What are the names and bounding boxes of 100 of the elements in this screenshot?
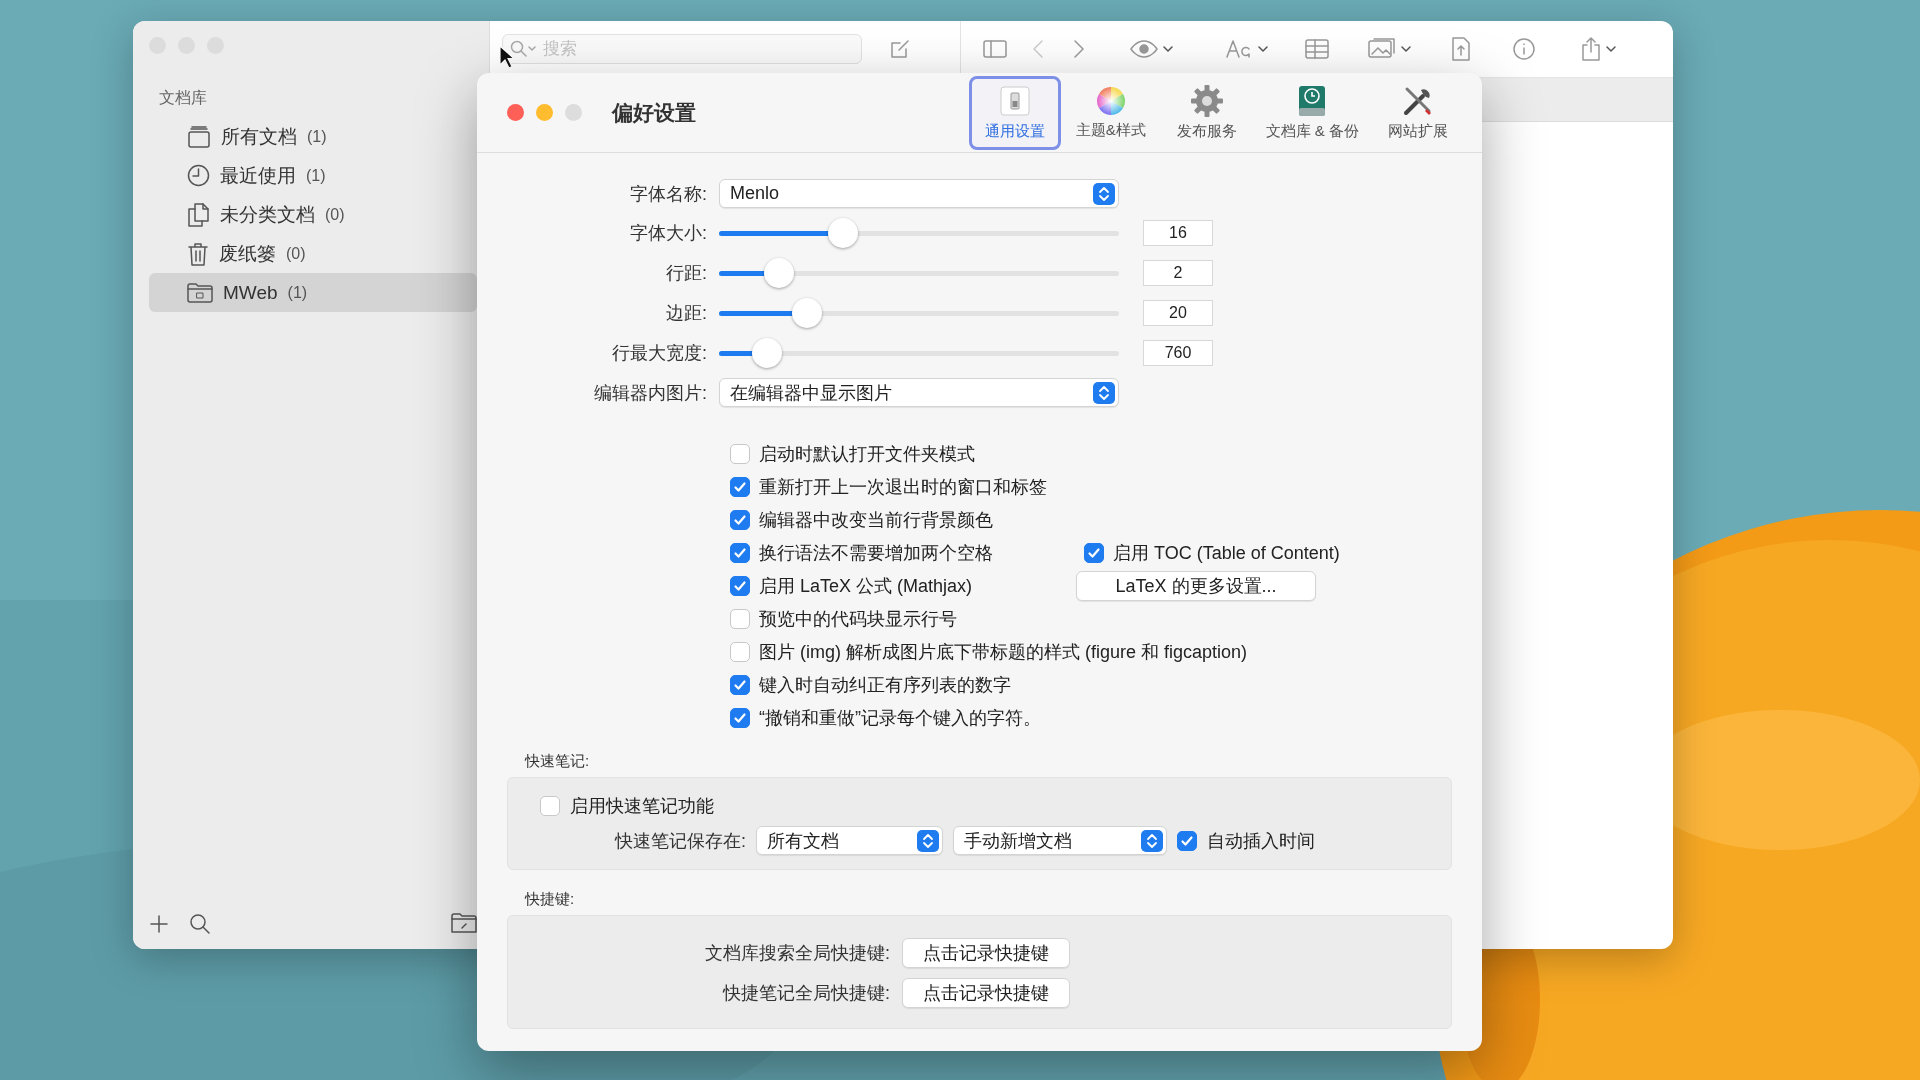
checkbox[interactable] [730,443,750,464]
stepper-icon [1093,182,1115,205]
checkbox-label: 换行语法不需要增加两个空格 [759,541,993,565]
checkbox[interactable] [730,476,750,497]
checkbox-label: 启用 LaTeX 公式 (Mathjax) [759,574,973,598]
trash-icon [187,241,209,266]
toolbar-tab[interactable]: 文档库 & 备份 [1256,75,1368,150]
window-control-icon[interactable] [536,104,553,121]
stepper-icon [917,829,939,852]
documents-icon [187,202,210,227]
checkmark-icon [733,677,747,692]
stepper-icon [1141,829,1163,852]
checkbox[interactable] [730,509,750,530]
checkbox[interactable] [730,707,750,728]
field-label: 快速笔记保存在: [613,829,746,853]
slider-thumb[interactable] [752,338,782,368]
plus-icon[interactable] [149,914,169,934]
toolbar-tab[interactable]: 通用设置 [968,75,1061,150]
slider-label: 边距: [665,302,708,325]
popup-button[interactable]: 在编辑器中显示图片 [719,378,1119,407]
folder-link-icon[interactable] [451,913,477,935]
popup-button[interactable]: Menlo [719,179,1119,208]
toolbar-tab[interactable]: 网站扩展 [1372,75,1464,150]
checkbox[interactable] [730,641,750,662]
value-field[interactable]: 20 [1143,300,1213,326]
section-heading: 快捷键: [523,890,576,909]
info-icon[interactable] [1513,38,1535,60]
sidebar-item[interactable]: 最近使用 (1) [149,156,477,195]
back-icon[interactable] [1032,39,1044,59]
checkbox[interactable] [730,575,750,596]
table-icon[interactable] [1305,39,1329,59]
value-field[interactable]: 2 [1143,260,1213,286]
checkmark-icon [733,710,747,725]
sidebar-item[interactable]: MWeb (1) [149,273,477,312]
checkbox-label: 自动插入时间 [1207,829,1315,853]
slider-label: 行距: [665,262,708,285]
checkbox-label: 启用 TOC (Table of Content) [1113,541,1340,565]
field-label: 编辑器内图片: [593,381,708,405]
slider-label: 字体大小: [629,222,708,245]
eye-icon[interactable] [1130,40,1158,58]
field-label: 字体名称: [629,182,708,206]
checkbox-label: 重新打开上一次退出时的窗口和标签 [759,475,1047,499]
sidebar-item[interactable]: 所有文档 (1) [149,117,477,156]
search-icon [510,40,536,58]
checkbox-label: 编辑器中改变当前行背景颜色 [759,508,993,532]
slider-label: 行最大宽度: [611,342,708,365]
share-icon[interactable] [1581,37,1601,61]
chevron-icon [1162,45,1174,53]
value-field[interactable]: 16 [1143,220,1213,246]
checkbox[interactable] [540,796,560,816]
checkbox[interactable] [730,542,750,563]
compose-icon[interactable] [890,39,910,59]
checkbox-label: 启动时默认打开文件夹模式 [759,442,975,466]
sidebar-item[interactable]: 废纸篓 (0) [149,234,477,273]
latex-settings-button[interactable]: LaTeX 的更多设置... [1076,570,1316,601]
chevron-icon [1400,45,1412,53]
window-title: 偏好设置 [612,99,696,126]
toolbar-tab[interactable]: 主题&样式 [1064,75,1157,150]
popup-button[interactable]: 手动新增文档 [953,826,1167,855]
slider-thumb[interactable] [764,258,794,288]
image-icon[interactable] [1368,38,1396,60]
gear-icon [1189,84,1224,118]
section-heading: 快速笔记: [523,752,591,771]
checkbox-label: “撤销和重做”记录每个键入的字符。 [759,706,1041,730]
checkbox-label: 键入时自动纠正有序列表的数字 [759,673,1011,697]
field-label: 快捷笔记全局快捷键: [721,982,890,1005]
checkbox[interactable] [1084,542,1104,563]
stack-icon [187,125,211,148]
chevron-icon [1605,45,1617,53]
popup-button[interactable]: 所有文档 [756,826,943,855]
slider-thumb[interactable] [828,218,858,248]
forward-icon[interactable] [1073,39,1085,59]
export-icon[interactable] [1451,37,1471,61]
checkbox-label: 预览中的代码块显示行号 [759,607,957,631]
checkmark-icon [733,479,747,494]
chevron-icon [1257,45,1269,53]
checkbox-label: 启用快速笔记功能 [570,795,714,818]
window-control-icon[interactable] [507,104,524,121]
font-icon[interactable] [1225,39,1253,59]
record-shortcut-button[interactable]: 点击记录快捷键 [902,938,1070,968]
checkbox[interactable] [730,674,750,695]
value-field[interactable]: 760 [1143,340,1213,366]
field-label: 文档库搜索全局快捷键: [704,942,890,965]
checkmark-icon [733,512,747,527]
sidebar-icon[interactable] [983,40,1007,58]
clock-icon [187,164,210,187]
folder-icon [187,282,213,303]
checkbox[interactable] [730,608,750,629]
cursor-icon [499,45,515,69]
checkmark-icon [1087,545,1101,560]
checkmark-icon [1180,833,1194,848]
checkmark-icon [733,545,747,560]
record-shortcut-button[interactable]: 点击记录快捷键 [902,978,1070,1008]
sidebar-item[interactable]: 未分类文档 (0) [149,195,477,234]
sidebar-heading: 文档库 [159,88,208,108]
toolbar-tab[interactable]: 发布服务 [1160,75,1253,150]
checkbox[interactable] [1177,830,1197,851]
search-icon[interactable] [189,913,211,935]
checkbox-label: 图片 (img) 解析成图片底下带标题的样式 (figure 和 figcaption) [759,640,1248,664]
slider-thumb[interactable] [792,298,822,328]
